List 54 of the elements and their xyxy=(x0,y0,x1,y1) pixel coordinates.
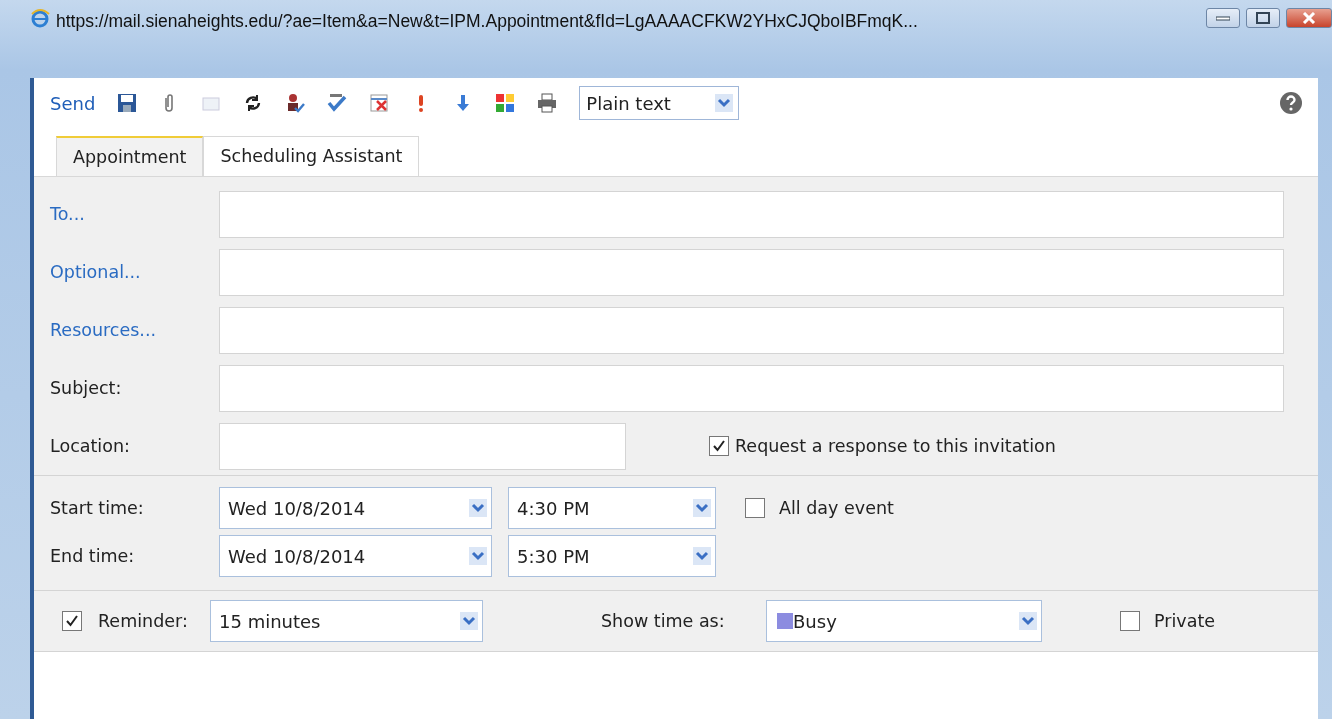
spellcheck-icon[interactable] xyxy=(327,93,348,113)
send-button[interactable]: Send xyxy=(50,89,96,117)
chevron-icon xyxy=(693,499,711,518)
date-dropdown[interactable]: Wed 10/8/2014 xyxy=(219,535,492,578)
field-label: Start time: xyxy=(49,497,145,521)
availability-dropdown[interactable]: Busy xyxy=(766,600,1042,643)
checkbox-label: All day event xyxy=(779,497,894,521)
tab[interactable]: Scheduling Assistant xyxy=(203,136,420,177)
recipient-link[interactable]: Resources... xyxy=(34,317,219,344)
subject-field[interactable] xyxy=(219,364,1284,412)
printer-icon[interactable] xyxy=(537,93,558,113)
minimize-icon xyxy=(1216,15,1230,21)
close-button[interactable] xyxy=(1286,8,1332,28)
checkbox[interactable] xyxy=(745,498,765,519)
checkbox-label: Request a response to this invitation xyxy=(735,435,1056,459)
minimize-button[interactable] xyxy=(1206,8,1240,28)
maximize-icon xyxy=(1256,12,1270,24)
field-label: Show time as: xyxy=(601,610,726,634)
tab[interactable]: Appointment xyxy=(56,136,204,177)
chevron-icon xyxy=(469,547,487,566)
browser-icon xyxy=(30,8,50,28)
recipient-link[interactable]: To... xyxy=(34,201,219,228)
save-icon[interactable] xyxy=(117,93,138,113)
color-grid-icon[interactable] xyxy=(495,93,516,113)
checkbox[interactable] xyxy=(62,611,82,632)
calendar-delete-icon[interactable] xyxy=(369,93,390,113)
chevron-icon xyxy=(715,94,734,112)
chevron-icon xyxy=(1019,612,1037,631)
help-icon[interactable] xyxy=(1280,92,1302,114)
field-label: Location: xyxy=(49,435,131,459)
maximize-button[interactable] xyxy=(1246,8,1280,28)
window-title: https://mail.sienaheights.edu/?ae=Item&a=New&t=IPM.Appointment&fId=LgAAAACFKW2YHxCJQboIBFmqK... xyxy=(56,10,919,33)
chevron-icon xyxy=(460,612,478,631)
field-label: Reminder: xyxy=(98,610,189,634)
status-swatch-icon xyxy=(777,613,793,630)
date-dropdown[interactable]: Wed 10/8/2014 xyxy=(219,487,492,530)
checkbox[interactable] xyxy=(1120,611,1140,632)
field-label: End time: xyxy=(49,545,136,569)
time-dropdown[interactable]: 5:30 PM xyxy=(508,535,716,578)
chevron-icon xyxy=(469,499,487,518)
reminder-dropdown[interactable]: 15 minutes xyxy=(210,600,483,643)
recipient-field[interactable] xyxy=(219,306,1284,354)
recipient-field[interactable] xyxy=(219,248,1284,296)
format-dropdown[interactable]: Plain text xyxy=(579,86,740,120)
person-check-icon[interactable] xyxy=(285,93,306,113)
chevron-icon xyxy=(693,547,711,566)
field-label: Subject: xyxy=(49,377,123,401)
close-icon xyxy=(1302,12,1316,24)
recipient-field[interactable] xyxy=(219,190,1284,238)
recipient-link[interactable]: Optional... xyxy=(34,259,219,286)
time-dropdown[interactable]: 4:30 PM xyxy=(508,487,716,530)
checkbox-label: Private xyxy=(1154,610,1215,634)
location-field[interactable] xyxy=(219,422,626,470)
checkbox[interactable] xyxy=(709,436,729,457)
